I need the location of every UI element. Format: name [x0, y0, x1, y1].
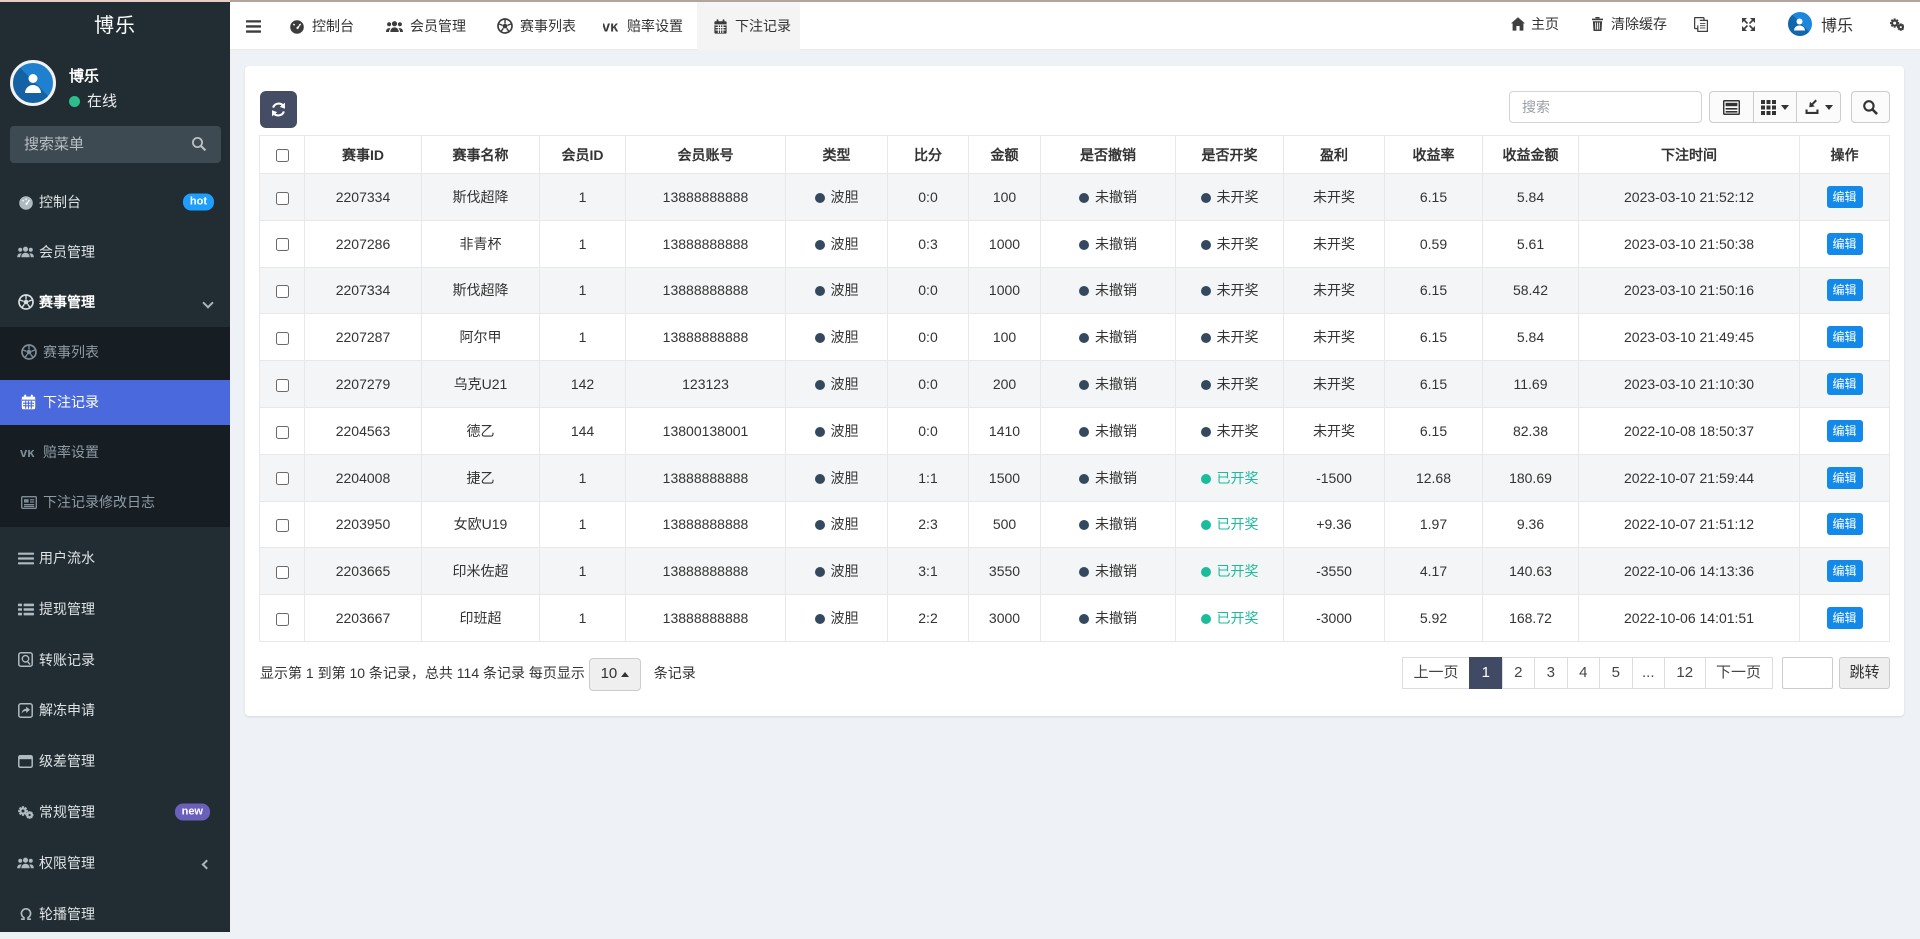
- svg-text:vĸ: vĸ: [603, 20, 619, 33]
- svg-text:vĸ: vĸ: [20, 446, 35, 459]
